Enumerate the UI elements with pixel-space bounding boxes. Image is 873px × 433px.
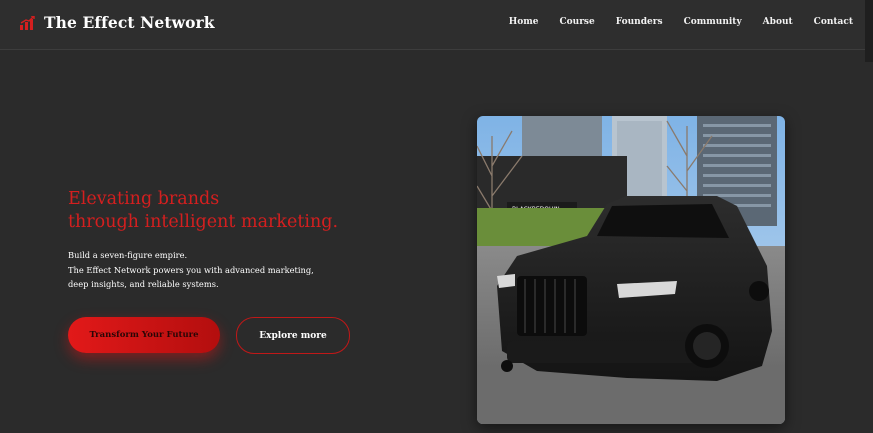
hero-headline-line-2: through intelligent marketing.	[68, 212, 339, 232]
explore-more-button[interactable]: Explore more	[236, 317, 350, 354]
nav-link-contact[interactable]: Contact	[814, 17, 853, 27]
car-photo-illustration: BLACKBEDOUIN	[477, 116, 785, 424]
hero-description-line-3: deep insights, and reliable systems.	[68, 279, 219, 289]
nav-menu: Home Course Founders Community About Con…	[488, 17, 853, 27]
hero-headline-line-1: Elevating brands	[68, 189, 220, 209]
brand-logo[interactable]: The Effect Network	[20, 13, 215, 32]
hero-description: Build a seven-figure empire. The Effect …	[68, 248, 314, 292]
page: The Effect Network Home Course Founders …	[0, 0, 873, 433]
nav-link-course[interactable]: Course	[559, 17, 594, 27]
bar-chart-icon	[20, 15, 35, 30]
hero-headline: Elevating brands through intelligent mar…	[68, 188, 338, 234]
brand-name: The Effect Network	[44, 13, 215, 32]
transform-your-future-button[interactable]: Transform Your Future	[68, 317, 220, 353]
top-navbar: The Effect Network Home Course Founders …	[0, 0, 865, 50]
hero-car-image: BLACKBEDOUIN	[477, 116, 785, 424]
hero-description-line-2: The Effect Network powers you with advan…	[68, 264, 314, 275]
nav-link-home[interactable]: Home	[509, 17, 539, 27]
page-scrollbar[interactable]	[865, 0, 873, 433]
hero-description-line-1: Build a seven-figure empire.	[68, 250, 188, 260]
nav-link-about[interactable]: About	[763, 17, 793, 27]
nav-link-community[interactable]: Community	[684, 17, 742, 27]
scrollbar-thumb[interactable]	[865, 0, 873, 62]
nav-link-founders[interactable]: Founders	[616, 17, 663, 27]
